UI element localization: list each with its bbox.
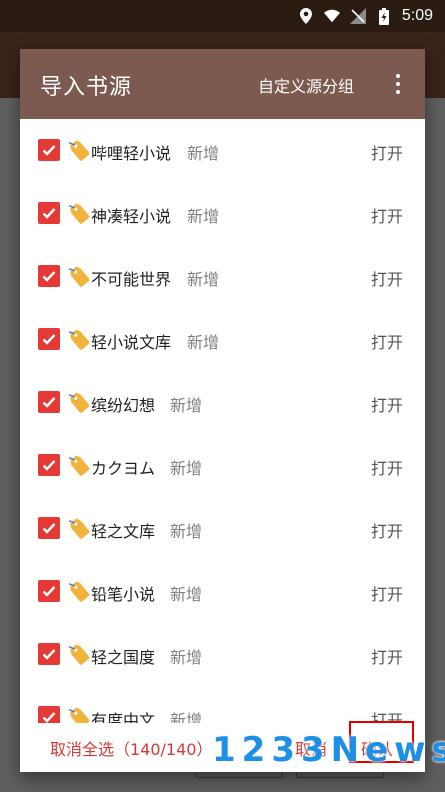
import-source-dialog: 导入书源 自定义源分组 哔哩轻小说 新增 打开 神凑轻小说 新增 打开 不可能世界 新增 打开轻… [20, 49, 425, 772]
checkbox[interactable] [38, 517, 60, 539]
open-button[interactable]: 打开 [371, 329, 403, 353]
source-status: 新增 [170, 585, 203, 604]
open-button[interactable]: 打开 [371, 455, 403, 479]
open-button[interactable]: 打开 [371, 644, 403, 668]
source-name: 不可能世界 [91, 270, 172, 289]
tag-icon [68, 327, 90, 351]
list-item: 轻之文库 新增 打开 [20, 497, 425, 560]
checkbox[interactable] [38, 328, 60, 350]
list-item: 轻之国度 新增 打开 [20, 623, 425, 686]
tag-icon [68, 264, 90, 288]
open-button[interactable]: 打开 [371, 581, 403, 605]
location-icon [298, 8, 314, 24]
wifi-icon [323, 8, 340, 24]
source-name: 轻小说文库 [91, 333, 172, 352]
source-status: 新增 [187, 144, 220, 163]
list-item: 缤纷幻想 新增 打开 [20, 371, 425, 434]
source-name: カクヨム [91, 459, 156, 478]
open-button[interactable]: 打开 [371, 518, 403, 542]
source-name: 有度中文 [91, 711, 156, 723]
source-name: 哔哩轻小说 [91, 144, 172, 163]
source-status: 新增 [187, 270, 220, 289]
battery-charging-icon [376, 7, 392, 25]
tag-icon [68, 516, 90, 540]
tag-icon [68, 201, 90, 225]
checkbox[interactable] [38, 580, 60, 602]
status-bar: 5:09 [0, 0, 445, 32]
more-options-icon[interactable] [392, 72, 404, 96]
open-button[interactable]: 打开 [371, 203, 403, 227]
checkbox[interactable] [38, 139, 60, 161]
open-button[interactable]: 打开 [371, 392, 403, 416]
checkbox[interactable] [38, 706, 60, 723]
source-name: 铅笔小说 [91, 585, 156, 604]
tag-icon [68, 642, 90, 666]
dialog-header: 导入书源 自定义源分组 [20, 49, 425, 119]
open-button[interactable]: 打开 [371, 266, 403, 290]
list-item: カクヨム 新增 打开 [20, 434, 425, 497]
source-status: 新增 [170, 522, 203, 541]
source-name: 轻之国度 [91, 648, 156, 667]
source-status: 新增 [187, 333, 220, 352]
no-signal-icon [349, 8, 366, 24]
tag-icon [68, 453, 90, 477]
checkbox[interactable] [38, 643, 60, 665]
tag-icon [68, 705, 90, 723]
source-name: 缤纷幻想 [91, 396, 156, 415]
tag-icon [68, 579, 90, 603]
source-status: 新增 [187, 207, 220, 226]
clock: 5:09 [401, 7, 433, 24]
dialog-title: 导入书源 [40, 75, 133, 100]
custom-group-button[interactable]: 自定义源分组 [258, 73, 354, 97]
source-status: 新增 [170, 459, 203, 478]
source-status: 新增 [170, 396, 203, 415]
checkbox[interactable] [38, 202, 60, 224]
checkbox[interactable] [38, 454, 60, 476]
list-item: 有度中文 新增 打开 [20, 686, 425, 723]
checkbox[interactable] [38, 391, 60, 413]
source-status: 新增 [170, 648, 203, 667]
source-name: 轻之文库 [91, 522, 156, 541]
list-item: 铅笔小说 新增 打开 [20, 560, 425, 623]
open-button[interactable]: 打开 [371, 140, 403, 164]
checkbox[interactable] [38, 265, 60, 287]
list-item: 不可能世界 新增 打开 [20, 245, 425, 308]
list-item: 轻小说文库 新增 打开 [20, 308, 425, 371]
source-status: 新增 [170, 711, 203, 723]
tag-icon [68, 138, 90, 162]
deselect-all-button[interactable]: 取消全选（140/140） [50, 736, 212, 760]
source-name: 神凑轻小说 [91, 207, 172, 226]
list-item: 神凑轻小说 新增 打开 [20, 182, 425, 245]
source-list: 哔哩轻小说 新增 打开 神凑轻小说 新增 打开 不可能世界 新增 打开 轻小说文库 新增 打开 缤纷幻想… [20, 119, 425, 723]
watermark: 1233News [212, 730, 445, 770]
tag-icon [68, 390, 90, 414]
list-item: 哔哩轻小说 新增 打开 [20, 119, 425, 182]
